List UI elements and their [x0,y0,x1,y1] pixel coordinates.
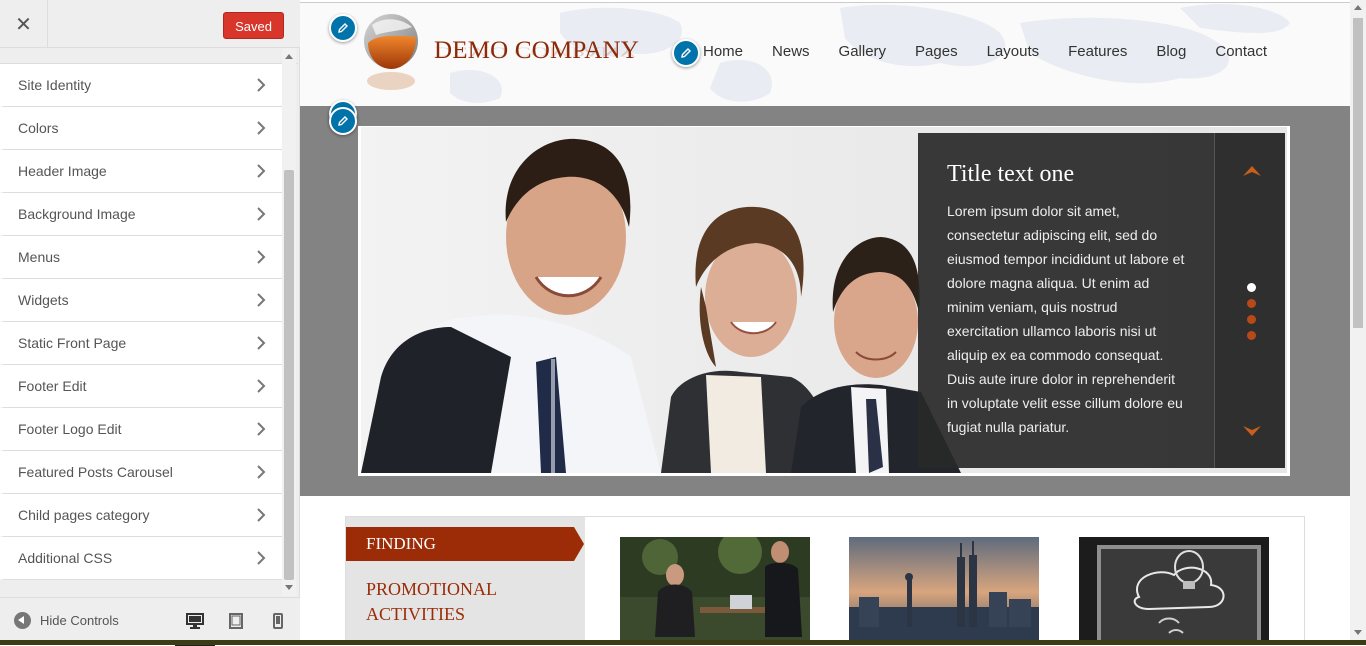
customizer-section-menus[interactable]: Menus [0,236,282,279]
customizer-section-widgets[interactable]: Widgets [0,279,282,322]
mobile-icon[interactable] [266,610,290,632]
promotional-activities-link[interactable]: PROMOTIONAL ACTIVITIES [366,577,536,627]
customizer-section-footer-edit[interactable]: Footer Edit [0,365,282,408]
section-label: Additional CSS [18,550,113,566]
customizer-section-featured-posts-carousel[interactable]: Featured Posts Carousel [0,451,282,494]
slider-pager [1214,133,1285,468]
company-name-reflection: DEMO COMPANY [434,44,637,59]
nav-blog[interactable]: Blog [1156,43,1186,60]
chevron-right-icon [257,78,266,92]
edit-logo-pencil-icon[interactable] [329,14,357,42]
chevron-right-icon [257,336,266,350]
customizer-section-header-image[interactable]: Header Image [0,150,282,193]
preview-scroll-up-icon[interactable] [1354,5,1362,10]
slide-dot-4[interactable] [1247,331,1256,340]
post-thumbnail-3[interactable] [1079,537,1269,645]
collapse-icon [14,612,31,629]
slide-text: Lorem ipsum dolor sit amet, consectetur … [947,203,1185,435]
close-icon[interactable]: ✕ [0,0,48,48]
chevron-right-icon [257,465,266,479]
chevron-right-icon [257,508,266,522]
edit-slider-pencil-icon-2[interactable] [329,107,357,135]
cafe-meeting-image [620,537,810,645]
customizer-section-footer-logo-edit[interactable]: Footer Logo Edit [0,408,282,451]
chevron-right-icon [257,250,266,264]
post-thumbnail-1[interactable] [620,537,810,645]
category-column: FINDING PROMOTIONAL ACTIVITIES [346,517,585,645]
section-label: Background Image [18,206,136,222]
desktop-icon[interactable] [175,610,215,646]
section-label: Footer Logo Edit [18,421,122,437]
panel-list: Site Identity Colors Header Image Backgroun… [0,64,282,580]
nav-pages[interactable]: Pages [915,43,958,60]
slider: Title text one Lorem ipsum dolor sit ame… [358,126,1290,476]
section-label: Widgets [18,292,69,308]
section-label: Static Front Page [18,335,127,351]
section-label: Footer Edit [18,378,87,394]
slide-dot-1[interactable] [1247,283,1256,292]
slide-up-icon[interactable] [1242,163,1262,177]
chevron-right-icon [257,293,266,307]
customizer-section-colors[interactable]: Colors [0,107,282,150]
chevron-right-icon [257,164,266,178]
post-thumbnail-2[interactable] [849,537,1039,645]
section-label: Featured Posts Carousel [18,464,173,480]
scroll-up-icon[interactable] [285,54,293,59]
section-label: Header Image [18,163,107,179]
chalkboard-idea-image [1079,537,1269,645]
panel-top-spacer [0,48,298,64]
chevron-right-icon [257,551,266,565]
sidebar-scroll-thumb[interactable] [284,170,294,580]
site-preview: DEMO COMPANY DEMO COMPANY Home News Galler… [300,0,1350,645]
nav-home[interactable]: Home [703,43,743,60]
slide-dot-2[interactable] [1247,299,1256,308]
chevron-right-icon [257,422,266,436]
section-label: Site Identity [18,77,92,93]
customizer-section-static-front-page[interactable]: Static Front Page [0,322,282,365]
customizer-panel-list: Site Identity Colors Header Image Backgroun… [0,48,298,596]
preview-scroll-down-icon[interactable] [1354,630,1362,635]
city-skyline-image [849,537,1039,645]
content-section: FINDING PROMOTIONAL ACTIVITIES [300,496,1350,645]
scroll-down-icon[interactable] [285,585,293,590]
slide-title: Title text one [947,161,1075,187]
chevron-right-icon [257,207,266,221]
customizer-footer: Hide Controls [0,597,300,646]
site-header: DEMO COMPANY DEMO COMPANY Home News Galler… [300,2,1350,106]
chevron-right-icon [257,379,266,393]
customizer-section-site-identity[interactable]: Site Identity [0,64,282,107]
saved-button[interactable]: Saved [223,12,284,39]
section-label: Child pages category [18,507,150,523]
preview-scroll-thumb[interactable] [1353,18,1363,328]
sidebar-scrollbar[interactable] [282,48,296,596]
company-logo[interactable] [362,13,420,95]
nav-gallery[interactable]: Gallery [839,43,887,60]
nav-layouts[interactable]: Layouts [987,43,1040,60]
section-label: Colors [18,120,59,136]
slide-dot-3[interactable] [1247,315,1256,324]
slide-down-icon[interactable] [1242,425,1262,439]
featured-box: FINDING PROMOTIONAL ACTIVITIES [345,516,1305,645]
nav-news[interactable]: News [772,43,810,60]
hide-controls-label: Hide Controls [40,613,119,628]
nav-features[interactable]: Features [1068,43,1127,60]
tablet-icon[interactable] [224,610,248,632]
slider-band: Title text one Lorem ipsum dolor sit ame… [300,106,1350,496]
preview-scrollbar[interactable] [1350,0,1366,645]
bottom-edge [0,640,1366,645]
finding-tab[interactable]: FINDING [346,527,584,561]
chevron-right-icon [257,121,266,135]
customizer-sidebar: ✕ Saved Site Identity Colors Header Image B… [0,0,300,646]
customizer-section-background-image[interactable]: Background Image [0,193,282,236]
customizer-section-additional-css[interactable]: Additional CSS [0,537,282,580]
edit-menu-pencil-icon[interactable] [672,39,700,67]
hide-controls-button[interactable]: Hide Controls [14,612,119,629]
slide-caption: Title text one Lorem ipsum dolor sit ame… [918,133,1214,468]
main-navigation: Home News Gallery Pages Layouts Features Blog C… [703,43,1296,60]
customizer-header: ✕ Saved [0,0,300,48]
nav-contact[interactable]: Contact [1215,43,1267,60]
section-label: Menus [18,249,61,265]
customizer-section-child-pages-category[interactable]: Child pages category [0,494,282,537]
